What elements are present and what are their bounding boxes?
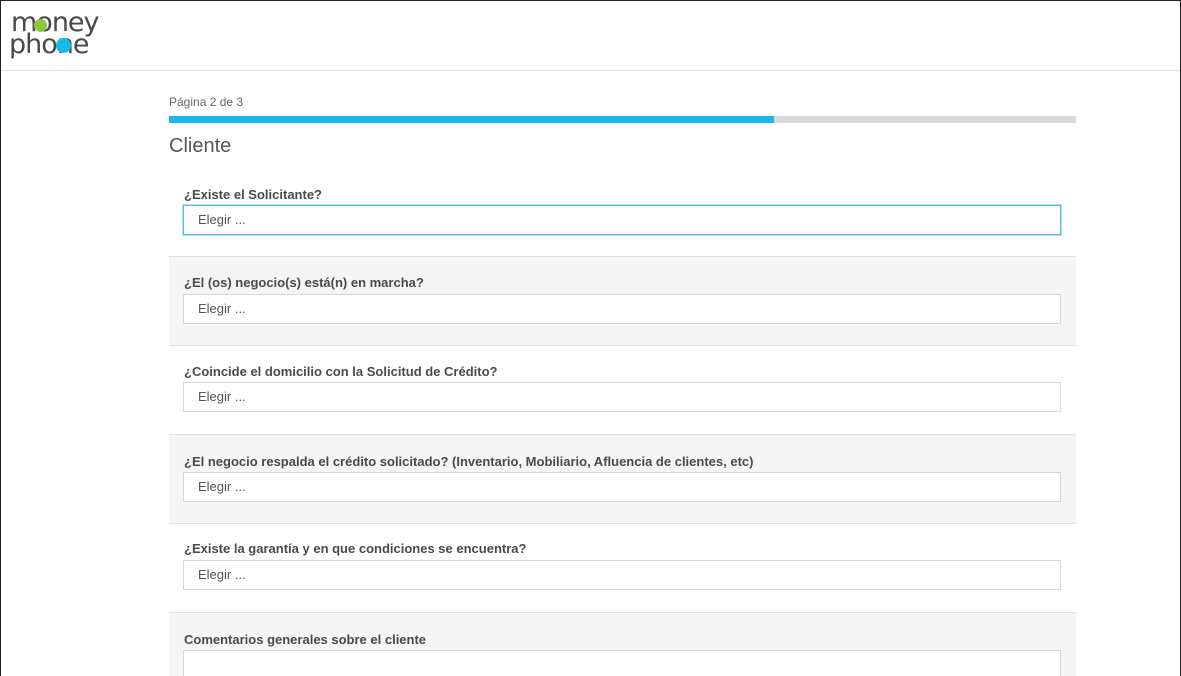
section-title: Cliente xyxy=(169,135,232,157)
question-label: ¿El (os) negocio(s) está(n) en marcha? xyxy=(184,275,424,290)
question-label: ¿Existe el Solicitante? xyxy=(184,187,322,202)
progress-bar xyxy=(169,116,1076,123)
question-label: ¿Coincide el domicilio con la Solicitud … xyxy=(184,364,498,379)
question-block: ¿El (os) negocio(s) está(n) en marcha? E… xyxy=(169,256,1076,346)
question-select[interactable]: Elegir ... xyxy=(183,205,1061,235)
question-label: ¿Existe la garantía y en que condiciones… xyxy=(184,541,527,556)
question-label: ¿El negocio respalda el crédito solicita… xyxy=(184,454,754,469)
question-block: ¿Existe la garantía y en que condiciones… xyxy=(169,524,1076,612)
page-indicator: Página 2 de 3 xyxy=(169,95,244,109)
logo-green-dot xyxy=(34,19,47,32)
comments-block: Comentarios generales sobre el cliente xyxy=(169,612,1076,676)
question-select[interactable]: Elegir ... xyxy=(183,472,1061,502)
question-block: ¿Existe el Solicitante? Elegir ... xyxy=(169,177,1076,257)
logo-text-phone: phone xyxy=(9,29,89,60)
comments-label: Comentarios generales sobre el cliente xyxy=(184,632,427,647)
question-select[interactable]: Elegir ... xyxy=(183,294,1061,324)
page-frame: money phone Página 2 de 3 Cliente ¿Exist… xyxy=(0,0,1181,676)
progress-fill xyxy=(169,116,774,123)
logo-blue-dot xyxy=(56,38,71,53)
comments-textarea[interactable] xyxy=(183,650,1061,676)
question-block: ¿Coincide el domicilio con la Solicitud … xyxy=(169,346,1076,434)
question-select[interactable]: Elegir ... xyxy=(183,560,1061,590)
app-header: money phone xyxy=(1,1,1180,71)
question-select[interactable]: Elegir ... xyxy=(183,382,1061,412)
money-phone-logo[interactable]: money phone xyxy=(9,9,121,61)
question-block: ¿El negocio respalda el crédito solicita… xyxy=(169,434,1076,524)
